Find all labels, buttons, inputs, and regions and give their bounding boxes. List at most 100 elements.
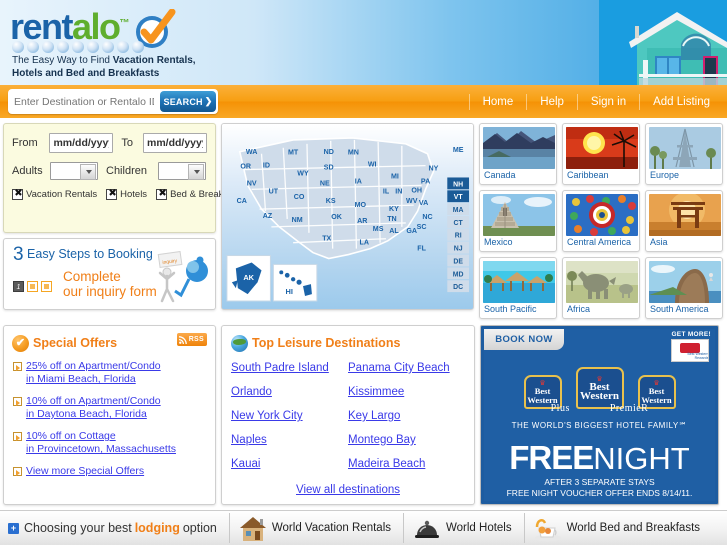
- checkbox-icon[interactable]: [12, 188, 24, 200]
- checkbox-icon[interactable]: [106, 188, 118, 200]
- step-indicator-2[interactable]: [27, 281, 38, 292]
- destination-card-south-pacific[interactable]: South Pacific: [478, 257, 557, 319]
- leisure-link-key-largo[interactable]: Key Largo: [348, 410, 465, 423]
- chevron-right-icon: ❯: [204, 96, 213, 106]
- step-indicator-1[interactable]: 1: [13, 281, 24, 292]
- leisure-link-kissimmee[interactable]: Kissimmee: [348, 386, 465, 399]
- destination-label[interactable]: Canada: [483, 169, 553, 183]
- alaska-inset: AK: [226, 255, 271, 302]
- central-america-thumbnail: [565, 194, 638, 236]
- destination-card-mexico[interactable]: Mexico: [478, 190, 557, 252]
- destination-card-south-america[interactable]: South America: [644, 257, 723, 319]
- check-badge-icon: ✔: [12, 334, 29, 352]
- search-button[interactable]: SEARCH ❯: [160, 91, 216, 112]
- view-all-destinations-link[interactable]: View all destinations: [231, 484, 465, 496]
- leisure-link-kauai[interactable]: Kauai: [231, 458, 348, 471]
- tagline-bold-1: Vacation Rentals,: [112, 55, 196, 66]
- destination-label[interactable]: Asia: [649, 236, 719, 250]
- step-indicator-3[interactable]: [41, 281, 52, 292]
- children-label: Children: [106, 165, 147, 177]
- svg-text:TX: TX: [322, 235, 331, 243]
- search-box[interactable]: SEARCH ❯: [8, 89, 218, 114]
- plus-icon[interactable]: +: [8, 522, 19, 534]
- adults-select[interactable]: [50, 162, 98, 180]
- special-offers-title: Special Offers: [33, 336, 118, 350]
- leisure-columns: South Padre Island Orlando New York City…: [231, 362, 465, 482]
- destination-card-asia[interactable]: Asia: [644, 190, 723, 252]
- leisure-link-panama-city-beach[interactable]: Panama City Beach: [348, 362, 465, 375]
- destination-label[interactable]: Mexico: [483, 236, 553, 250]
- leisure-column-2: Panama City Beach Kissimmee Key Largo Mo…: [348, 362, 465, 482]
- svg-text:CA: CA: [237, 197, 247, 205]
- svg-text:NM: NM: [292, 216, 303, 224]
- book-now-button[interactable]: BOOK NOW: [484, 329, 564, 350]
- leisure-link-naples[interactable]: Naples: [231, 434, 348, 447]
- destination-card-caribbean[interactable]: Caribbean: [561, 123, 640, 185]
- footer-item-bed-breakfasts[interactable]: World Bed and Breakfasts: [523, 513, 700, 543]
- destination-card-africa[interactable]: Africa: [561, 257, 640, 319]
- special-offer-link[interactable]: 10% off on Cottage in Provincetown, Mass…: [26, 430, 176, 456]
- svg-text:NC: NC: [422, 213, 432, 221]
- nav-item-help[interactable]: Help: [526, 93, 577, 110]
- offer-line-2: in Daytona Beach, Florida: [26, 408, 147, 420]
- svg-text:OH: OH: [411, 186, 422, 194]
- special-offer-link[interactable]: 10% off on Apartment/Condo in Daytona Be…: [26, 395, 161, 421]
- ad-headline: FREENIGHT: [484, 441, 715, 482]
- special-offer-item[interactable]: 25% off on Apartment/Condo in Miami Beac…: [12, 360, 207, 386]
- logo-trademark: ™: [119, 18, 130, 29]
- footer-item-vacation-rentals[interactable]: World Vacation Rentals: [228, 513, 391, 543]
- map-column: WA OR ID MT ND MN WI MI NY ME WY SD IA IL IN OH PA…: [221, 123, 474, 319]
- checkbox-hotels[interactable]: Hotels: [106, 188, 147, 200]
- svg-text:FL: FL: [417, 245, 426, 253]
- rss-button[interactable]: RSS: [176, 333, 207, 346]
- special-offer-item[interactable]: 10% off on Cottage in Provincetown, Mass…: [12, 430, 207, 456]
- destination-label[interactable]: Europe: [649, 169, 719, 183]
- usa-map[interactable]: WA OR ID MT ND MN WI MI NY ME WY SD IA IL IN OH PA…: [222, 124, 473, 309]
- logo[interactable]: rentalo™: [10, 7, 176, 53]
- from-date-input[interactable]: [49, 133, 114, 153]
- destination-card-central-america[interactable]: Central America: [561, 190, 640, 252]
- footer-lead[interactable]: + Choosing your best lodging option: [8, 521, 217, 535]
- svg-text:DE: DE: [453, 258, 463, 265]
- offer-line-1: 10% off on Cottage: [26, 430, 116, 442]
- view-more-offers-link[interactable]: View more Special Offers: [26, 465, 144, 478]
- leisure-link-south-padre-island[interactable]: South Padre Island: [231, 362, 348, 375]
- svg-text:SC: SC: [417, 223, 427, 231]
- best-western-ad[interactable]: BOOK NOW GET MORE! Best Western Rewards …: [480, 325, 719, 505]
- rewards-card-icon: Best Western Rewards: [671, 339, 710, 362]
- leisure-link-orlando[interactable]: Orlando: [231, 386, 348, 399]
- svg-text:AK: AK: [243, 273, 254, 282]
- to-date-input[interactable]: [142, 133, 207, 153]
- navigation-bar: SEARCH ❯ Home Help Sign in Add Listing: [0, 85, 727, 118]
- svg-text:NE: NE: [320, 179, 330, 187]
- nav-item-home[interactable]: Home: [468, 93, 527, 110]
- special-offer-link[interactable]: 25% off on Apartment/Condo in Miami Beac…: [26, 360, 161, 386]
- usa-map-panel[interactable]: WA OR ID MT ND MN WI MI NY ME WY SD IA IL IN OH PA…: [221, 123, 474, 310]
- destination-label[interactable]: Africa: [566, 303, 636, 317]
- destination-label[interactable]: South Pacific: [483, 303, 553, 317]
- svg-text:IA: IA: [355, 177, 362, 185]
- footer-item-hotels[interactable]: World Hotels: [403, 513, 512, 543]
- search-input[interactable]: [8, 95, 160, 108]
- svg-text:RI: RI: [455, 233, 462, 240]
- destination-card-canada[interactable]: Canada: [478, 123, 557, 185]
- arrow-bullet-icon: [13, 362, 22, 371]
- destination-card-europe[interactable]: Europe: [644, 123, 723, 185]
- offer-line-2: in Provincetown, Massachusetts: [26, 443, 176, 455]
- checkbox-vacation-rentals[interactable]: Vacation Rentals: [12, 188, 97, 200]
- svg-text:ID: ID: [263, 162, 270, 170]
- leisure-link-madeira-beach[interactable]: Madeira Beach: [348, 458, 465, 471]
- children-select[interactable]: [158, 162, 206, 180]
- checkbox-icon[interactable]: [156, 188, 168, 200]
- leisure-link-new-york-city[interactable]: New York City: [231, 410, 348, 423]
- destination-label[interactable]: Caribbean: [566, 169, 636, 183]
- ad-headline-free: FREE: [509, 439, 594, 476]
- leisure-link-montego-bay[interactable]: Montego Bay: [348, 434, 465, 447]
- special-offer-item[interactable]: 10% off on Apartment/Condo in Daytona Be…: [12, 395, 207, 421]
- destination-label[interactable]: South America: [649, 303, 719, 317]
- destination-grid: Canada Caribbean Europe Mexico Central A…: [478, 123, 724, 319]
- nav-item-add-listing[interactable]: Add Listing: [639, 93, 723, 110]
- destination-label[interactable]: Central America: [566, 236, 636, 250]
- nav-item-sign-in[interactable]: Sign in: [576, 93, 639, 110]
- view-more-offers-item[interactable]: View more Special Offers: [12, 465, 207, 478]
